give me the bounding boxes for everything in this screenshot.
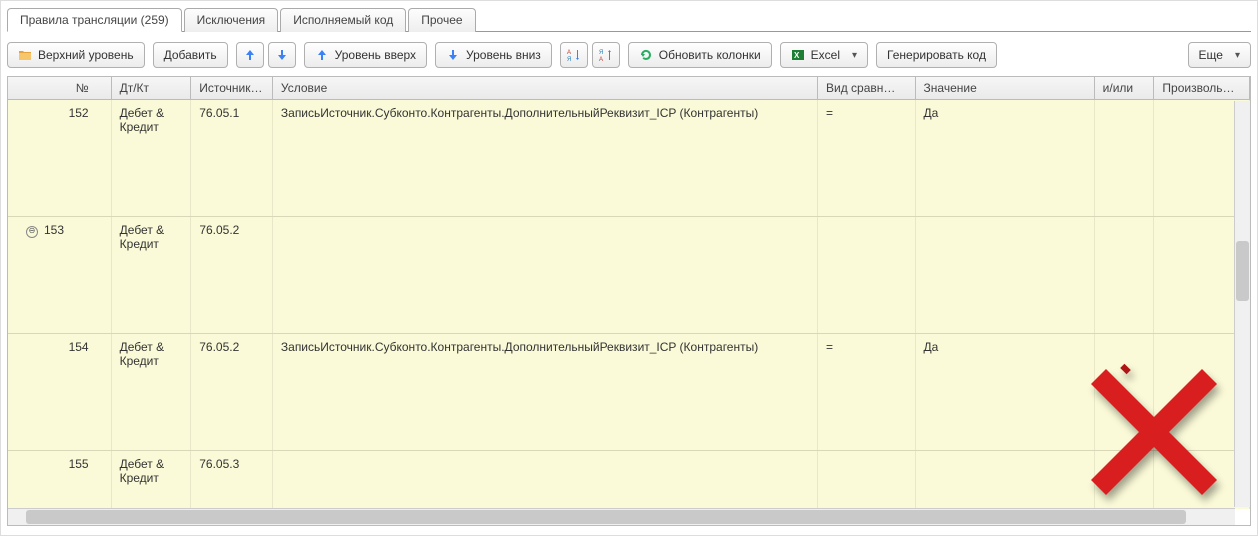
- top-level-button[interactable]: Верхний уровень: [7, 42, 145, 68]
- add-button[interactable]: Добавить: [153, 42, 228, 68]
- row-no: 154: [69, 340, 89, 354]
- row-compare: =: [826, 340, 833, 354]
- tree-collapse-icon[interactable]: ⊖: [26, 226, 38, 238]
- table-row[interactable]: 155 Дебет & Кредит 76.05.3: [8, 451, 1250, 509]
- row-value: Да: [924, 106, 939, 120]
- row-no: 152: [69, 106, 89, 120]
- svg-text:Я: Я: [599, 50, 603, 56]
- tab-bar: Правила трансляции (259) Исключения Испо…: [7, 7, 1251, 32]
- col-uslovie[interactable]: Условие: [273, 77, 818, 99]
- tab-exceptions[interactable]: Исключения: [184, 8, 279, 32]
- table-row[interactable]: ⊖ 153 Дебет & Кредит 76.05.2: [8, 217, 1250, 334]
- row-value: Да: [924, 340, 939, 354]
- col-dtkt[interactable]: Дт/Кт: [112, 77, 192, 99]
- grid-header: № Дт/Кт Источник… Условие Вид сравн… Зна…: [8, 77, 1250, 100]
- row-uslovie: ЗаписьИсточник.Субконто.Контрагенты.Допо…: [281, 340, 758, 354]
- level-up-icon: [315, 48, 329, 62]
- more-button[interactable]: Еще: [1188, 42, 1251, 68]
- row-src: 76.05.3: [199, 457, 239, 471]
- row-src: 76.05.2: [199, 223, 239, 237]
- svg-text:Я: Я: [567, 57, 571, 62]
- tab-exec-code[interactable]: Исполняемый код: [280, 8, 406, 32]
- col-compare[interactable]: Вид сравн…: [818, 77, 916, 99]
- col-and-or[interactable]: и/или: [1095, 77, 1155, 99]
- sort-desc-button[interactable]: ЯА: [592, 42, 620, 68]
- move-down-button[interactable]: [268, 42, 296, 68]
- vscroll-thumb[interactable]: [1236, 241, 1249, 301]
- move-up-button[interactable]: [236, 42, 264, 68]
- row-dtkt: Дебет & Кредит: [120, 457, 165, 485]
- col-arbitrary[interactable]: Произвольное: [1154, 77, 1250, 99]
- arrow-down-icon: [275, 48, 289, 62]
- grid-body[interactable]: 152 Дебет & Кредит 76.05.1 ЗаписьИсточни…: [8, 100, 1250, 525]
- data-grid: № Дт/Кт Источник… Условие Вид сравн… Зна…: [7, 76, 1251, 526]
- horizontal-scrollbar[interactable]: [8, 508, 1235, 525]
- sort-az-icon: АЯ: [567, 48, 581, 62]
- level-up-label: Уровень вверх: [335, 48, 416, 62]
- sort-asc-button[interactable]: АЯ: [560, 42, 588, 68]
- row-dtkt: Дебет & Кредит: [120, 340, 165, 368]
- svg-text:А: А: [567, 50, 571, 56]
- table-row[interactable]: 152 Дебет & Кредит 76.05.1 ЗаписьИсточни…: [8, 100, 1250, 217]
- update-columns-label: Обновить колонки: [659, 48, 761, 62]
- level-up-button[interactable]: Уровень вверх: [304, 42, 427, 68]
- update-columns-button[interactable]: Обновить колонки: [628, 42, 772, 68]
- row-src: 76.05.1: [199, 106, 239, 120]
- excel-label: Excel: [811, 48, 840, 62]
- tab-translation-rules[interactable]: Правила трансляции (259): [7, 8, 182, 32]
- hscroll-thumb[interactable]: [26, 510, 1186, 524]
- row-no: 155: [69, 457, 89, 471]
- table-row[interactable]: 154 Дебет & Кредит 76.05.2 ЗаписьИсточни…: [8, 334, 1250, 451]
- arrow-up-icon: [243, 48, 257, 62]
- level-down-icon: [446, 48, 460, 62]
- svg-text:X: X: [794, 51, 800, 60]
- col-src[interactable]: Источник…: [191, 77, 273, 99]
- row-dtkt: Дебет & Кредит: [120, 106, 165, 134]
- tab-other[interactable]: Прочее: [408, 8, 475, 32]
- row-compare: =: [826, 106, 833, 120]
- folder-icon: [18, 48, 32, 62]
- level-down-label: Уровень вниз: [466, 48, 541, 62]
- vertical-scrollbar[interactable]: [1234, 101, 1250, 507]
- refresh-icon: [639, 48, 653, 62]
- row-uslovie: ЗаписьИсточник.Субконто.Контрагенты.Допо…: [281, 106, 758, 120]
- excel-button[interactable]: X Excel: [780, 42, 868, 68]
- sort-za-icon: ЯА: [599, 48, 613, 62]
- excel-icon: X: [791, 48, 805, 62]
- row-src: 76.05.2: [199, 340, 239, 354]
- generate-code-button[interactable]: Генерировать код: [876, 42, 997, 68]
- app-window: Правила трансляции (259) Исключения Испо…: [0, 0, 1258, 536]
- level-down-button[interactable]: Уровень вниз: [435, 42, 552, 68]
- svg-text:А: А: [599, 57, 603, 62]
- col-value[interactable]: Значение: [916, 77, 1095, 99]
- top-level-label: Верхний уровень: [38, 48, 134, 62]
- row-no: 153: [44, 223, 64, 237]
- row-dtkt: Дебет & Кредит: [120, 223, 165, 251]
- col-no[interactable]: №: [8, 77, 112, 99]
- toolbar: Верхний уровень Добавить Уровень вверх: [7, 42, 1251, 68]
